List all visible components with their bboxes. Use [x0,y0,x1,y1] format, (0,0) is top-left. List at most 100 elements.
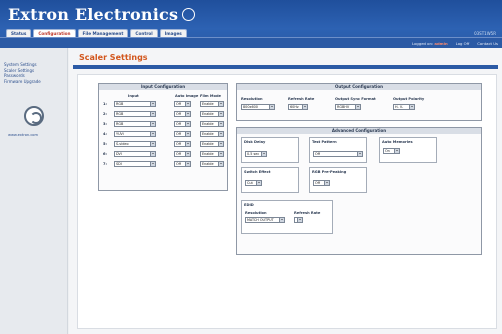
advanced-configuration-panel: Advanced Configuration Disk Delay 0.5 se… [236,127,482,255]
film-mode-select[interactable]: Enable [200,131,224,137]
chevron-down-icon [218,102,223,106]
settings-area: Input Configuration Input Auto Image Fil… [77,74,497,329]
output-sync-format-label: Output Sync Format [335,97,376,101]
disk-delay-select[interactable]: 0.5 sec [245,151,267,157]
chevron-down-icon [409,105,414,109]
input-select[interactable]: RGB [114,121,156,127]
chevron-down-icon [185,162,190,166]
main-content: Scaler Settings Input Configuration Inpu… [69,48,502,334]
brand-text: Extron Electronics [8,5,179,24]
chevron-down-icon [150,132,155,136]
chevron-down-icon [150,162,155,166]
input-select[interactable]: SDI [114,161,156,167]
chevron-down-icon [279,218,284,222]
output-configuration-panel: Output Configuration Resolution 800x600 … [236,83,482,121]
disk-delay-group: Disk Delay 0.5 sec [241,137,299,163]
chevron-down-icon [218,142,223,146]
chevron-down-icon [218,112,223,116]
advanced-config-heading: Advanced Configuration [237,128,481,134]
tab-status[interactable]: Status [6,29,32,37]
logged-in-user: admin [434,41,448,46]
film-mode-select[interactable]: Enable [200,141,224,147]
chevron-down-icon [394,149,399,153]
auto-image-select[interactable]: Off [174,121,191,127]
page-title: Scaler Settings [79,53,148,62]
chevron-down-icon [150,112,155,116]
film-mode-select[interactable]: Enable [200,161,224,167]
edid-refresh-rate-select[interactable] [294,217,303,223]
input-row-number: 1: [103,102,107,106]
film-mode-select[interactable]: Enable [200,121,224,127]
film-mode-select[interactable]: Enable [200,111,224,117]
col-auto-image-label: Auto Image [175,94,199,98]
chevron-down-icon [218,162,223,166]
contact-us-link[interactable]: Contact Us [477,41,498,46]
input-select[interactable]: S-video [114,141,156,147]
edid-group: EDID Resolution MATCH OUTPUT Refresh Rat… [241,200,333,234]
input-row-number: 5: [103,142,107,146]
title-divider [73,65,498,69]
tab-file-management[interactable]: File Management [77,29,129,37]
chevron-down-icon [256,181,261,185]
chevron-down-icon [150,122,155,126]
output-refresh-rate-select[interactable]: 60Hz [288,104,308,110]
chevron-down-icon [302,105,307,109]
auto-image-select[interactable]: Off [174,101,191,107]
output-resolution-select[interactable]: 800x600 [241,104,275,110]
output-polarity-label: Output Polarity [393,97,425,101]
edid-refresh-rate-label: Refresh Rate [294,211,321,215]
input-select[interactable]: RGB [114,111,156,117]
film-mode-select[interactable]: Enable [200,151,224,157]
globe-icon [182,8,196,21]
output-polarity-select[interactable]: H- V- [393,104,415,110]
chevron-down-icon [218,152,223,156]
test-pattern-label: Test Pattern [312,140,337,144]
chevron-down-icon [150,152,155,156]
input-select[interactable]: DVI [114,151,156,157]
input-select[interactable]: YUVi [114,131,156,137]
sidebar: System Settings Scaler Settings Password… [0,48,68,334]
brand-logo: Extron Electronics [8,5,196,24]
switch-effect-select[interactable]: Cut [245,180,262,186]
chevron-down-icon [355,105,360,109]
chevron-down-icon [185,142,190,146]
chevron-down-icon [324,181,329,185]
disk-delay-label: Disk Delay [244,140,266,144]
chevron-down-icon [357,152,362,156]
auto-image-select[interactable]: Off [174,131,191,137]
chevron-down-icon [185,152,190,156]
sidebar-item-system-settings[interactable]: System Settings [0,62,41,68]
sidebar-item-firmware-upgrade[interactable]: Firmware Upgrade [0,79,41,85]
auto-memories-label: Auto Memories [382,140,413,144]
auto-memories-group: Auto Memories On [379,137,437,163]
tab-configuration[interactable]: Configuration [33,29,76,37]
refresh-rate-label: Refresh Rate [288,97,315,101]
input-select[interactable]: RGB [114,101,156,107]
rgb-pre-peaking-select[interactable]: Off [313,180,330,186]
output-config-heading: Output Configuration [237,84,481,90]
chevron-down-icon [185,122,190,126]
auto-image-select[interactable]: Off [174,151,191,157]
extron-logo-icon [24,106,44,126]
page: Extron Electronics Status Configuration … [0,0,502,334]
tab-control[interactable]: Control [130,29,158,37]
auto-image-select[interactable]: Off [174,141,191,147]
auto-image-select[interactable]: Off [174,161,191,167]
main-tabs: Status Configuration File Management Con… [6,29,187,37]
logoff-link[interactable]: Log Off [456,41,470,46]
tab-images[interactable]: Images [159,29,187,37]
film-mode-select[interactable]: Enable [200,101,224,107]
input-row-number: 4: [103,132,107,136]
input-config-heading: Input Configuration [99,84,227,90]
chevron-down-icon [150,142,155,146]
auto-image-select[interactable]: Off [174,111,191,117]
edid-resolution-select[interactable]: MATCH OUTPUT [245,217,285,223]
website-link[interactable]: www.extron.com [8,133,38,137]
output-sync-format-select[interactable]: RGBHV [335,104,361,110]
auto-memories-select[interactable]: On [383,148,400,154]
resolution-label: Resolution [241,97,263,101]
test-pattern-group: Test Pattern Off [309,137,367,163]
input-row-number: 7: [103,162,107,166]
test-pattern-select[interactable]: Off [313,151,363,157]
chevron-down-icon [297,218,302,222]
